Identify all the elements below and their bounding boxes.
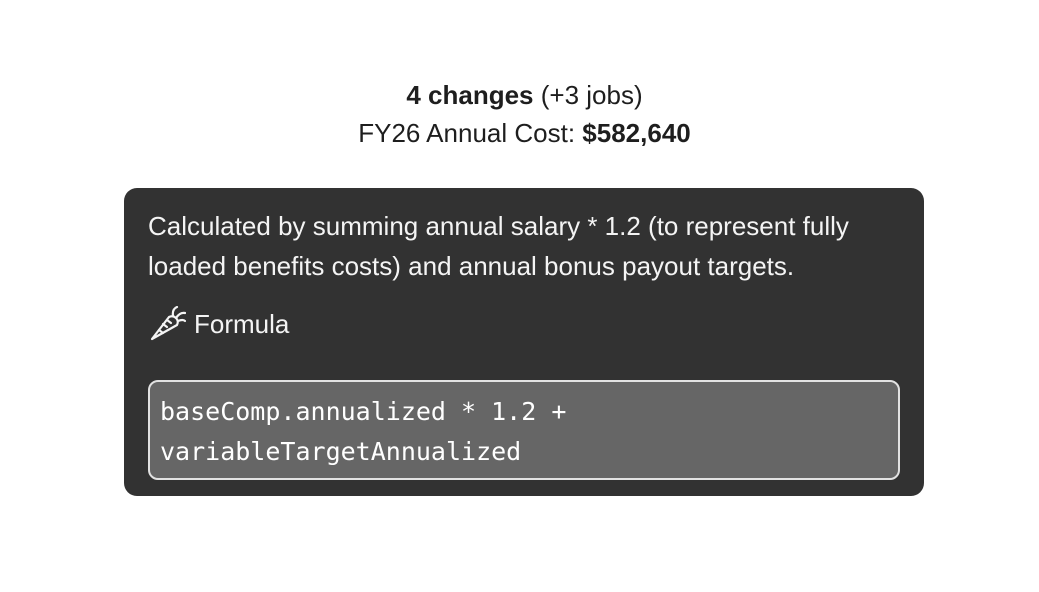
annual-cost-value: $582,640 [582, 118, 691, 148]
formula-code-line-1: baseComp.annualized * 1.2 + [160, 397, 567, 426]
formula-label: Formula [194, 309, 290, 339]
change-summary: 4 changes (+3 jobs) FY26 Annual Cost: $5… [0, 76, 1039, 152]
tooltip-description: Calculated by summing annual salary * 1.… [148, 211, 849, 281]
carrot-icon [148, 305, 187, 342]
changes-count: 4 changes [406, 80, 534, 110]
annual-cost-line[interactable]: FY26 Annual Cost: $582,640 [0, 114, 1039, 152]
formula-header: Formula [148, 305, 900, 343]
formula-code-box: baseComp.annualized * 1.2 + variableTarg… [148, 380, 900, 480]
jobs-delta: (+3 jobs) [540, 80, 643, 110]
formula-code-line-2: variableTargetAnnualized [160, 437, 522, 466]
annual-cost-tooltip: Calculated by summing annual salary * 1.… [124, 188, 924, 496]
annual-cost-label: FY26 Annual Cost: [358, 118, 576, 148]
changes-line: 4 changes (+3 jobs) [0, 76, 1039, 114]
